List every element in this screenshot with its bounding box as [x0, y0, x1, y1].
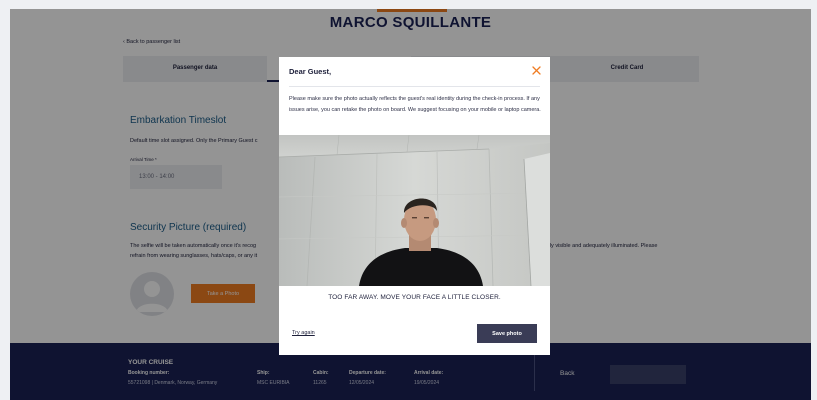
photo-modal: Dear Guest, Please make sure the photo a…: [279, 57, 550, 355]
try-again-link[interactable]: Try again: [292, 330, 315, 336]
close-icon: [531, 65, 541, 75]
checkin-page: MARCO SQUILLANTE ‹ Back to passenger lis…: [10, 9, 811, 400]
modal-divider: [289, 86, 540, 87]
camera-feedback-message: TOO FAR AWAY. MOVE YOUR FACE A LITTLE CL…: [328, 294, 501, 301]
save-photo-button[interactable]: Save photo: [477, 324, 537, 343]
camera-feed-image: [279, 135, 550, 286]
camera-preview: [279, 135, 550, 286]
modal-header: Dear Guest,: [289, 67, 332, 76]
close-button[interactable]: [530, 64, 542, 76]
modal-message: Please make sure the photo actually refl…: [289, 96, 541, 113]
